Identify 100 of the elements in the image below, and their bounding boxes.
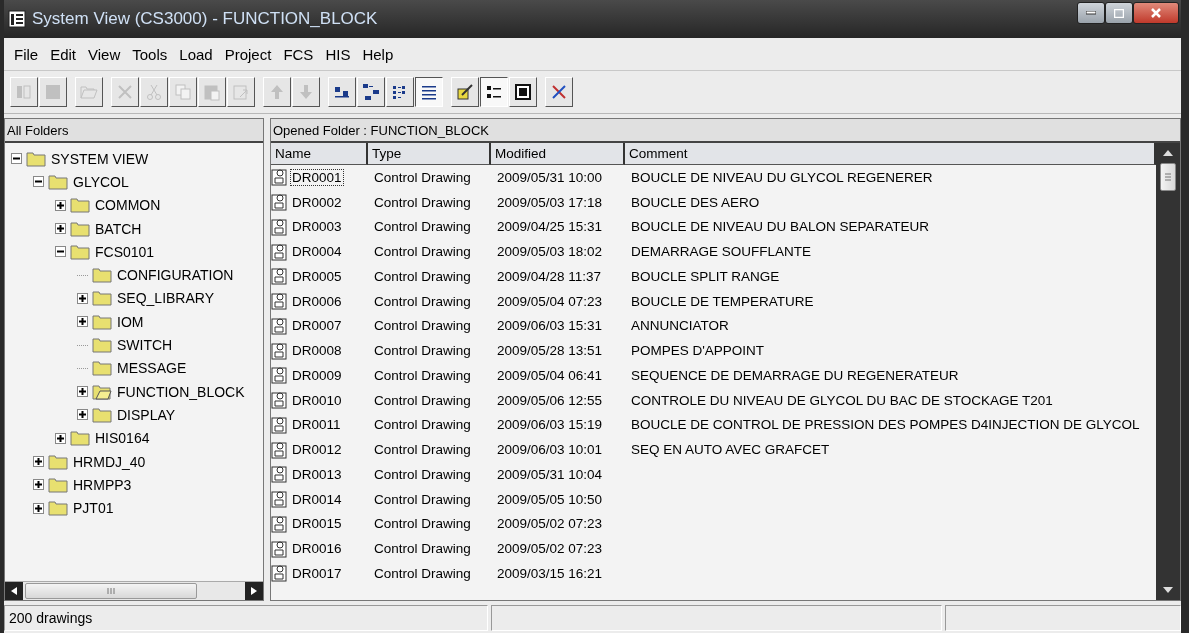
tree-item[interactable]: IOM (117, 313, 144, 330)
table-cell[interactable]: DR0003 (291, 219, 343, 235)
column-header[interactable]: Name (271, 143, 368, 165)
expander-toggle[interactable] (55, 246, 66, 258)
table-cell[interactable]: DR0006 (291, 293, 343, 309)
expander-toggle[interactable] (55, 432, 66, 444)
column-header[interactable]: Type (368, 143, 491, 165)
expander-toggle[interactable] (33, 479, 44, 491)
tree-item[interactable]: COMMON (95, 197, 161, 214)
vertical-scrollbar[interactable] (1156, 143, 1180, 600)
tree-item[interactable]: PJT01 (73, 500, 114, 517)
tools-icon (550, 83, 568, 101)
table-cell-text: 2009/05/31 10:00 (496, 169, 604, 185)
table-cell[interactable]: DR0001 (291, 169, 343, 185)
toolbar-button[interactable] (415, 77, 443, 107)
copy-icon (174, 83, 192, 101)
expander-toggle[interactable] (11, 153, 22, 165)
grip-icon (107, 588, 115, 594)
toolbar-button[interactable] (480, 77, 508, 107)
expander-toggle[interactable] (33, 456, 44, 467)
menu-item[interactable]: Tools (126, 45, 174, 63)
table-cell[interactable]: DR0013 (291, 466, 343, 482)
calculator-icon (514, 83, 532, 101)
tree-item[interactable]: FUNCTION_BLOCK (117, 383, 245, 400)
column-header[interactable]: Modified (491, 143, 625, 165)
table-cell[interactable]: DR0009 (291, 367, 343, 383)
table-cell-text: BOUCLE DE NIVEAU DU BALON SEPARATEUR (630, 219, 931, 235)
table-cell-text: 2009/05/04 06:41 (496, 367, 604, 383)
edit-pencil-icon (456, 83, 474, 101)
plus-icon (79, 411, 86, 419)
tree-item[interactable]: DISPLAY (117, 406, 176, 423)
table-cell-text: Control Drawing (373, 343, 472, 359)
expander-toggle[interactable] (77, 386, 88, 398)
menu-item[interactable]: View (82, 45, 127, 63)
table-cell-text: Control Drawing (373, 194, 472, 210)
sort-icon (485, 83, 503, 101)
table-cell[interactable]: DR0005 (291, 268, 343, 284)
tree-item[interactable]: CONFIGURATION (117, 267, 234, 284)
scroll-down-icon (1163, 586, 1173, 594)
tree-item[interactable]: HIS0164 (95, 430, 150, 447)
table-cell[interactable]: DR0017 (291, 565, 343, 581)
table-cell[interactable]: DR0002 (291, 194, 343, 210)
table-cell-text: Control Drawing (373, 392, 472, 408)
column-header[interactable]: Comment (625, 143, 1156, 165)
menu-item[interactable]: HIS (319, 45, 357, 63)
table-cell[interactable]: DR0015 (291, 516, 343, 532)
tree-item[interactable]: SEQ_LIBRARY (117, 290, 214, 307)
arrow-up-icon (268, 83, 286, 101)
table-cell-text: ANNUNCIATOR (630, 318, 730, 334)
table-cell[interactable]: DR0004 (291, 244, 343, 260)
open-folder-icon (80, 83, 98, 101)
tree-item[interactable]: GLYCOL (73, 173, 129, 190)
app-icon (8, 10, 26, 28)
paste-icon (203, 83, 221, 101)
table-cell[interactable]: DR0011 (291, 417, 342, 433)
tree-item[interactable]: HRMPP3 (73, 476, 132, 493)
close-button[interactable] (1133, 2, 1179, 24)
expander-toggle[interactable] (33, 176, 44, 188)
table-cell[interactable]: DR0010 (291, 392, 343, 408)
menu-item[interactable]: File (8, 45, 45, 63)
minimize-button[interactable] (1077, 2, 1105, 24)
tree-item[interactable]: SWITCH (117, 337, 173, 353)
table-cell[interactable]: DR0008 (291, 343, 343, 359)
table-cell-text: Control Drawing (373, 466, 472, 482)
table-cell-text: Control Drawing (373, 293, 472, 309)
expander-toggle[interactable] (77, 409, 88, 421)
tree-item[interactable]: MESSAGE (117, 360, 187, 377)
cut-icon (145, 83, 163, 101)
expander-toggle[interactable] (33, 502, 44, 514)
table-cell-text: Control Drawing (373, 516, 472, 532)
table-cell[interactable]: DR0012 (291, 442, 343, 458)
table-cell[interactable]: DR0007 (291, 318, 343, 334)
table-cell[interactable]: DR0016 (291, 541, 343, 557)
plus-icon (57, 225, 64, 233)
menu-item[interactable]: Edit (44, 45, 83, 63)
horizontal-scrollbar[interactable] (5, 581, 263, 600)
expander-toggle[interactable] (77, 316, 88, 328)
tree-item[interactable]: BATCH (95, 220, 142, 237)
expander-toggle[interactable] (55, 223, 66, 235)
plus-icon (57, 201, 64, 209)
maximize-button[interactable] (1105, 2, 1133, 24)
table-cell-text: 2009/05/31 10:04 (496, 466, 604, 482)
table-cell-text: Control Drawing (373, 442, 472, 458)
menu-item[interactable]: Help (356, 45, 400, 63)
table-cell-text: 2009/06/03 15:19 (496, 417, 604, 433)
menu-item[interactable]: FCS (277, 45, 320, 63)
close-icon (1151, 8, 1161, 18)
expander-toggle[interactable] (55, 199, 66, 211)
paste-link-icon (232, 83, 250, 101)
table-cell-text: Control Drawing (373, 244, 472, 260)
menu-item[interactable]: Project (218, 45, 278, 63)
table-cell-text: 2009/06/03 15:31 (496, 318, 604, 334)
tree-item[interactable]: SYSTEM VIEW (51, 150, 149, 167)
table-cell[interactable]: DR0014 (291, 491, 343, 507)
delete-icon (116, 83, 134, 101)
scroll-up-icon (1163, 149, 1173, 157)
tree-item[interactable]: HRMDJ_40 (73, 453, 146, 470)
menu-item[interactable]: Load (173, 45, 219, 63)
tree-item[interactable]: FCS0101 (95, 243, 155, 260)
expander-toggle[interactable] (77, 292, 88, 304)
